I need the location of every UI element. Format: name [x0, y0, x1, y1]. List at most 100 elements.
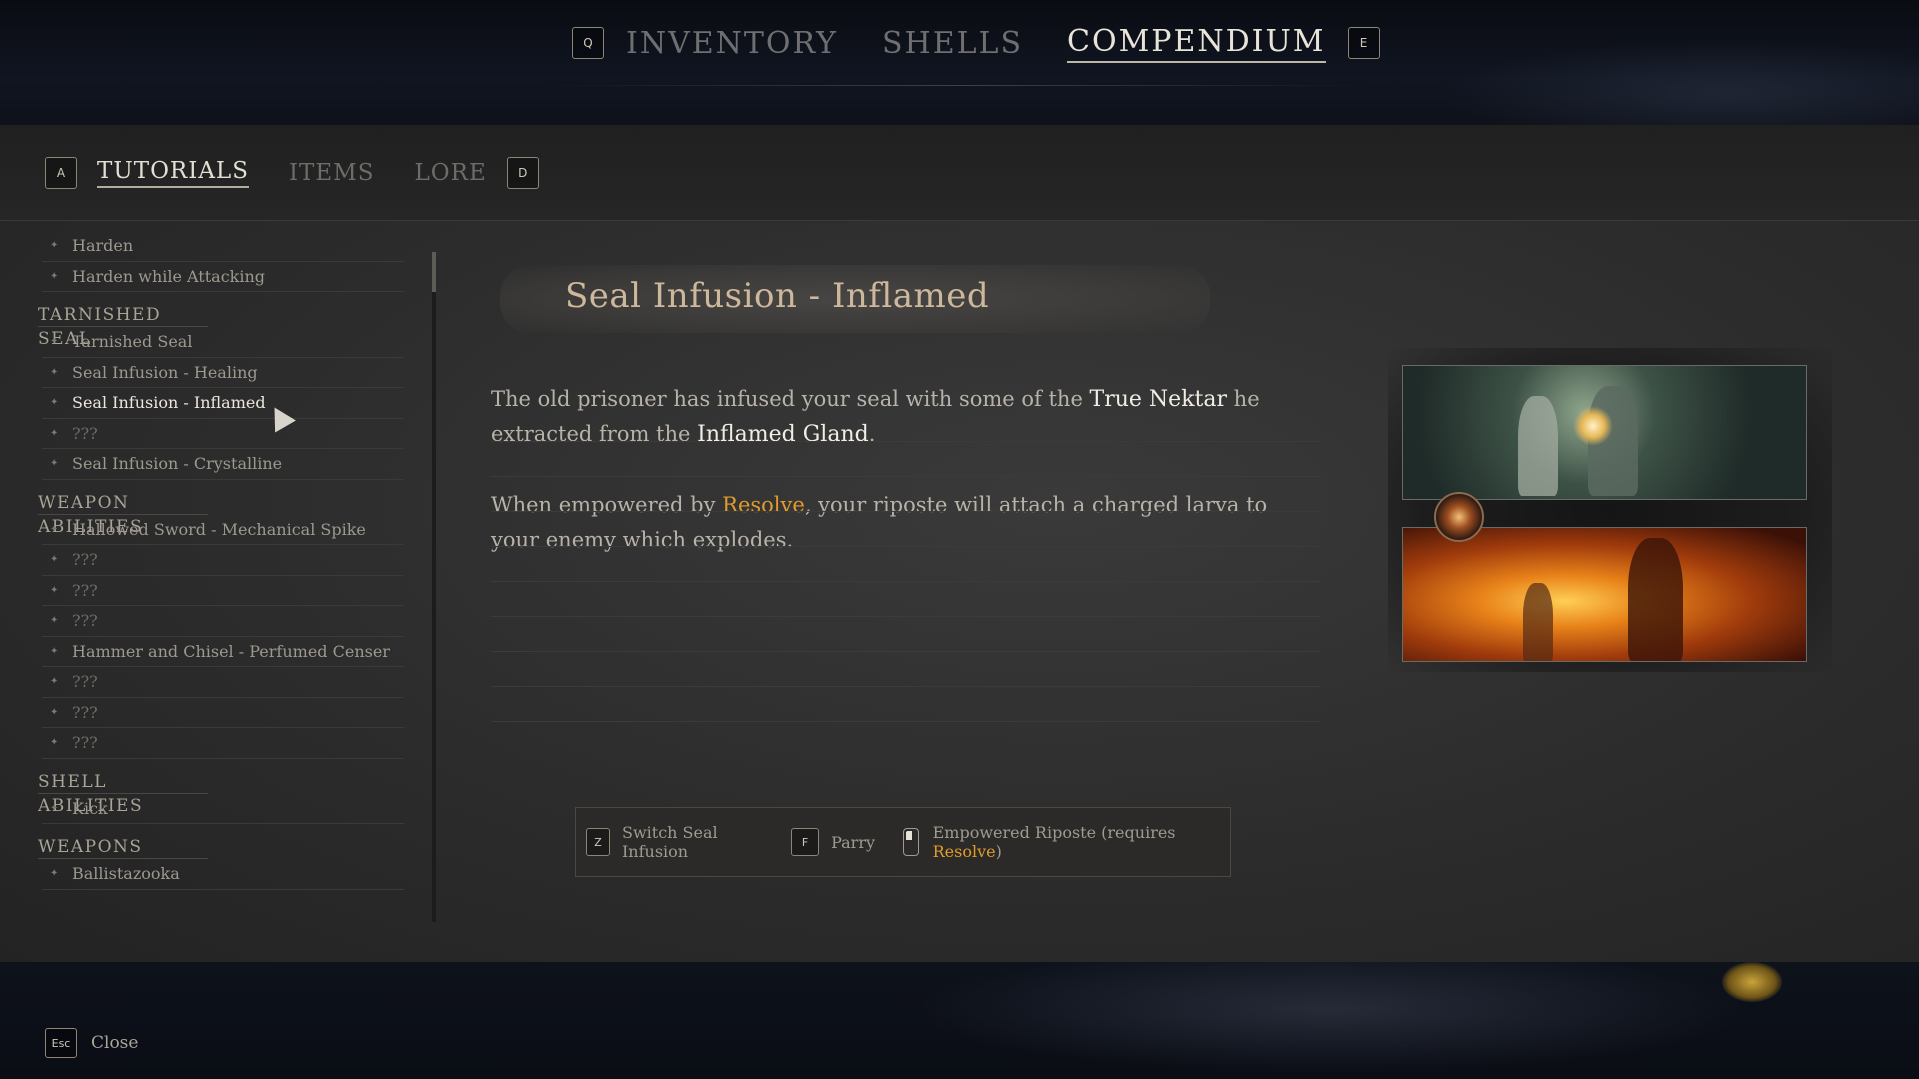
- list-item[interactable]: ✦ Seal Infusion - Crystalline: [42, 449, 404, 480]
- ruled-line: [491, 546, 1321, 547]
- close-label: Close: [91, 1033, 139, 1053]
- gold-decoration: [1722, 962, 1782, 1002]
- ruled-line: [491, 441, 1321, 442]
- list-item-label: ???: [72, 580, 98, 600]
- list-item-label: ???: [72, 611, 98, 630]
- bullet-icon: ✦: [50, 270, 59, 282]
- list-item[interactable]: ✦ Hallowed Sword - Mechanical Spike: [42, 515, 404, 545]
- bullet-icon: ✦: [50, 240, 59, 251]
- list-section-header: WEAPONS: [38, 835, 208, 859]
- list-section-header: TARNISHED SEAL: [38, 303, 208, 349]
- list-item-label: Hammer and Chisel - Perfumed Censer: [72, 641, 390, 661]
- list-item[interactable]: ✦ Harden: [42, 231, 404, 262]
- bullet-icon: ✦: [50, 737, 59, 748]
- bullet-icon: ✦: [50, 615, 59, 626]
- empowered-riposte-prompt[interactable]: Empowered Riposte (requires Resolve): [903, 823, 1202, 861]
- list-item[interactable]: ✦???: [42, 698, 404, 728]
- switch-seal-infusion-prompt[interactable]: Z Switch Seal Infusion: [586, 823, 763, 861]
- tab-tutorials[interactable]: TUTORIALS: [97, 158, 249, 188]
- controls-prompt-bar: Z Switch Seal Infusion F Parry Empowered…: [575, 807, 1231, 877]
- bullet-icon: ✦: [50, 523, 59, 535]
- list-item[interactable]: ✦???: [42, 667, 404, 698]
- z-key-icon: Z: [586, 828, 610, 856]
- list-item[interactable]: ✦ Seal Infusion - Healing: [42, 358, 404, 388]
- page-title: Seal Infusion - Inflamed: [565, 276, 990, 316]
- bullet-icon: ✦: [50, 397, 59, 408]
- tab-compendium[interactable]: COMPENDIUM: [1067, 24, 1326, 63]
- list-item-label: ???: [72, 702, 98, 722]
- top-decoration: [1439, 40, 1919, 130]
- next-subtab-key[interactable]: D: [506, 157, 539, 189]
- left-mouse-button-icon: [903, 828, 919, 856]
- keyword-resolve: Resolve: [722, 493, 805, 517]
- spark-effect: [1573, 406, 1613, 446]
- ruled-line: [491, 616, 1321, 617]
- riposte-text: Empowered Riposte (requires: [932, 823, 1176, 842]
- list-item-label: Tarnished Seal: [72, 332, 193, 351]
- tutorial-list: ✦ Harden ✦ Harden while Attacking TARNISHED …: [38, 231, 418, 911]
- list-item-label: Kick: [72, 798, 108, 818]
- bullet-icon: ✦: [50, 676, 59, 687]
- list-item-selected[interactable]: ✦ Seal Infusion - Inflamed: [42, 388, 404, 419]
- top-nav-divider: [548, 85, 1368, 86]
- list-item-label: Seal Infusion - Healing: [72, 362, 258, 382]
- prev-tab-key[interactable]: Q: [572, 27, 604, 59]
- tab-lore[interactable]: LORE: [415, 160, 487, 186]
- tutorial-screenshot-2: [1402, 527, 1807, 662]
- ruled-line: [491, 686, 1321, 687]
- riposte-text-end: ): [995, 842, 1002, 861]
- list-item-label: ???: [72, 423, 98, 443]
- tab-items[interactable]: ITEMS: [289, 160, 375, 186]
- bullet-icon: ✦: [50, 706, 59, 718]
- enemy-figure: [1628, 538, 1683, 661]
- description-paragraph-2: When empowered by Resolve, your riposte …: [491, 488, 1291, 558]
- bullet-icon: ✦: [50, 868, 59, 879]
- list-item[interactable]: ✦ Harden while Attacking: [42, 262, 404, 292]
- ruled-line: [491, 511, 1321, 512]
- tab-inventory[interactable]: INVENTORY: [626, 26, 838, 61]
- ruled-line: [491, 476, 1321, 477]
- list-item[interactable]: ✦ Kick: [42, 794, 404, 824]
- keyword-inflamed-gland: Inflamed Gland: [697, 422, 869, 447]
- text: .: [868, 422, 876, 446]
- list-item[interactable]: ✦ Hammer and Chisel - Perfumed Censer: [42, 637, 404, 667]
- bullet-icon: ✦: [50, 645, 59, 657]
- bullet-icon: ✦: [50, 427, 59, 439]
- ruled-line: [491, 721, 1321, 722]
- list-item[interactable]: ✦???: [42, 576, 404, 606]
- f-key-icon: F: [791, 828, 820, 856]
- list-scrollbar[interactable]: [432, 252, 436, 922]
- list-scrollbar-thumb[interactable]: [432, 252, 436, 292]
- list-item-label: Seal Infusion - Crystalline: [72, 454, 283, 473]
- list-item[interactable]: ✦???: [42, 606, 404, 637]
- esc-key-icon: Esc: [45, 1028, 77, 1058]
- keyword-true-nektar: True Nektar: [1089, 387, 1227, 412]
- seal-icon: [1434, 492, 1484, 542]
- switch-seal-infusion-label: Switch Seal Infusion: [621, 823, 718, 861]
- next-tab-key[interactable]: E: [1347, 27, 1380, 59]
- top-nav: Q INVENTORY SHELLS COMPENDIUM E: [572, 18, 1380, 68]
- list-item-label: Hallowed Sword - Mechanical Spike: [72, 519, 366, 539]
- text: When empowered by: [491, 493, 723, 517]
- list-item[interactable]: ✦???: [42, 545, 404, 576]
- list-item-label: ???: [72, 550, 98, 569]
- parry-label: Parry: [831, 832, 875, 852]
- prev-subtab-key[interactable]: A: [45, 157, 77, 189]
- tutorial-screenshot-1: [1402, 365, 1807, 500]
- tab-shells[interactable]: SHELLS: [882, 26, 1023, 61]
- parry-prompt[interactable]: F Parry: [791, 828, 875, 856]
- list-section-header: SHELL ABILITIES: [38, 770, 208, 816]
- list-item-label: Harden while Attacking: [72, 266, 266, 286]
- list-item[interactable]: ✦ Tarnished Seal: [42, 327, 404, 358]
- bullet-icon: ✦: [50, 336, 59, 347]
- close-prompt[interactable]: Esc Close: [45, 1028, 138, 1058]
- list-item[interactable]: ✦???: [42, 419, 404, 449]
- list-item[interactable]: ✦ Ballistazooka: [42, 859, 404, 890]
- text: The old prisoner has infused your seal w…: [491, 387, 1090, 411]
- list-item-label: ???: [72, 672, 98, 691]
- list-item-label: Harden: [72, 236, 134, 255]
- sub-nav: A TUTORIALS ITEMS LORE D: [45, 155, 539, 191]
- list-section-header: WEAPON ABILITIES: [38, 491, 208, 537]
- list-item[interactable]: ✦???: [42, 728, 404, 759]
- ruled-line: [491, 651, 1321, 652]
